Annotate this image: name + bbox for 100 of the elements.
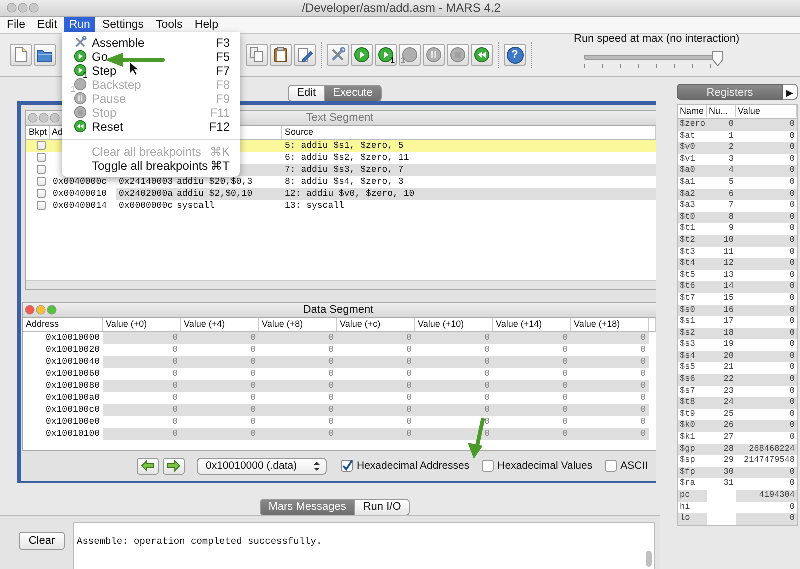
menu-item[interactable]: Help: [190, 17, 224, 33]
back-button[interactable]: [137, 458, 159, 475]
table-cell-text: 0: [640, 416, 647, 428]
column-header[interactable]: Value: [736, 105, 797, 117]
scrollbar[interactable]: [646, 551, 652, 567]
table-cell: $t8: [678, 397, 707, 409]
table-cell-text: addiu $20,$0,3: [176, 176, 254, 188]
column-header[interactable]: Value (+10): [415, 318, 493, 332]
checkbox[interactable]: [482, 460, 495, 472]
menu-item[interactable]: Tools: [151, 17, 188, 33]
table-cell-text: $v1: [679, 154, 696, 166]
column-header[interactable]: Value (+18): [571, 318, 649, 332]
column-header[interactable]: Source: [282, 126, 656, 139]
column-header[interactable]: Value (+14): [493, 318, 571, 332]
expand-button[interactable]: ▶: [783, 84, 798, 100]
menu-item[interactable]: Settings: [97, 17, 150, 33]
pause-icon: [74, 92, 87, 105]
table-cell-text: 23: [722, 386, 735, 398]
table-cell-text: 0: [788, 478, 796, 490]
menu-item[interactable]: Go F5: [62, 50, 240, 64]
run-button[interactable]: [351, 44, 373, 66]
table-cell: 0: [103, 356, 181, 368]
table-cell: 14: [707, 281, 736, 293]
table-cell: 0: [337, 404, 415, 416]
table-cell-text: 0: [562, 344, 569, 356]
left-arrow-icon: [141, 460, 155, 472]
table-cell-text: 0x00400010: [52, 188, 108, 200]
column-header[interactable]: Address: [23, 318, 103, 332]
table-cell: 0: [736, 119, 797, 131]
table-cell: $t6: [678, 281, 707, 293]
table-cell-text: 0x10010020: [44, 344, 101, 356]
column-header[interactable]: Name: [678, 105, 707, 117]
forward-button[interactable]: [163, 458, 185, 475]
speed-slider[interactable]: [584, 51, 724, 71]
copy-button[interactable]: [246, 44, 268, 66]
table-cell-text: 0: [640, 344, 647, 356]
tab[interactable]: Mars Messages: [260, 499, 356, 516]
table-cell-text: 8: addiu $s4, $zero, 3: [284, 176, 405, 188]
checkbox[interactable]: [341, 460, 354, 472]
table-cell-text: $t1: [679, 223, 696, 235]
checkbox-label[interactable]: Hexadecimal Addresses: [357, 460, 470, 472]
open-button[interactable]: [34, 44, 56, 66]
table-cell-text: 0: [250, 392, 257, 404]
checkbox-label[interactable]: ASCII: [620, 460, 648, 472]
menu-item[interactable]: Run: [64, 17, 96, 33]
breakpoint-checkbox[interactable]: [37, 201, 46, 210]
address-dropdown[interactable]: 0x10010000 (.data): [197, 458, 327, 475]
column-header[interactable]: Value (+c): [337, 318, 415, 332]
menu-item[interactable]: Edit: [32, 17, 62, 33]
breakpoint-checkbox[interactable]: [37, 141, 46, 150]
breakpoint-checkbox[interactable]: [37, 177, 46, 186]
table-cell: 0: [103, 428, 181, 440]
table-cell: pc: [678, 490, 707, 502]
table-cell-text: 0: [788, 200, 796, 212]
help-button[interactable]: ?: [504, 44, 526, 66]
breakpoint-checkbox[interactable]: [37, 165, 46, 174]
table-cell: 0: [493, 380, 571, 392]
breakpoint-checkbox[interactable]: [37, 189, 46, 198]
menu-item[interactable]: File: [2, 17, 31, 33]
new-file-button[interactable]: [10, 44, 32, 66]
table-cell: 0: [181, 332, 259, 344]
table-cell-text: 13: [722, 270, 735, 282]
table-cell: 0: [736, 234, 797, 247]
tab[interactable]: Execute: [325, 85, 382, 102]
menu-item[interactable]: Assemble F3: [62, 36, 240, 50]
assemble-button[interactable]: [327, 44, 349, 66]
scrollbar[interactable]: [26, 280, 656, 290]
window-controls[interactable]: [7, 3, 39, 13]
table-cell: $t0: [678, 212, 707, 224]
step-button[interactable]: 1: [375, 44, 397, 66]
table-cell-text: 9: [728, 223, 735, 235]
table-cell: 6: [707, 188, 736, 200]
checkbox[interactable]: [604, 460, 618, 472]
column-header[interactable]: Value (+4): [181, 318, 259, 332]
tab[interactable]: Run I/O: [355, 499, 410, 516]
column-header[interactable]: Value (+0): [103, 318, 181, 332]
menu-item[interactable]: Reset F12: [62, 120, 240, 134]
window-controls[interactable]: [28, 113, 60, 123]
column-header[interactable]: Value (+8): [259, 318, 337, 332]
clear-button[interactable]: Clear: [19, 532, 65, 550]
column-header[interactable]: Bkpt: [26, 126, 50, 139]
slider-thumb[interactable]: [712, 51, 724, 67]
registers-tab[interactable]: Registers: [677, 84, 783, 100]
tab[interactable]: Edit: [288, 85, 326, 102]
window-controls[interactable]: [25, 305, 57, 316]
table-cell-text: 21: [722, 362, 735, 374]
paste-button[interactable]: [270, 44, 292, 66]
table-cell-text: 0x10010040: [44, 356, 101, 368]
table-cell: 0: [259, 404, 337, 416]
column-header[interactable]: Nu...: [707, 105, 736, 117]
table-cell: 0: [337, 332, 415, 344]
table-cell: 8: [707, 212, 736, 224]
breakpoint-checkbox[interactable]: [37, 153, 46, 162]
checkbox-label[interactable]: Hexadecimal Values: [498, 460, 593, 472]
table-cell: 0: [259, 356, 337, 368]
table-cell-text: 0: [250, 368, 257, 380]
menu-item[interactable]: 1 Step F7: [62, 64, 240, 78]
reset-button[interactable]: [471, 44, 493, 66]
edit-button[interactable]: [294, 44, 316, 66]
table-cell-text: 0x24140003: [118, 176, 174, 188]
